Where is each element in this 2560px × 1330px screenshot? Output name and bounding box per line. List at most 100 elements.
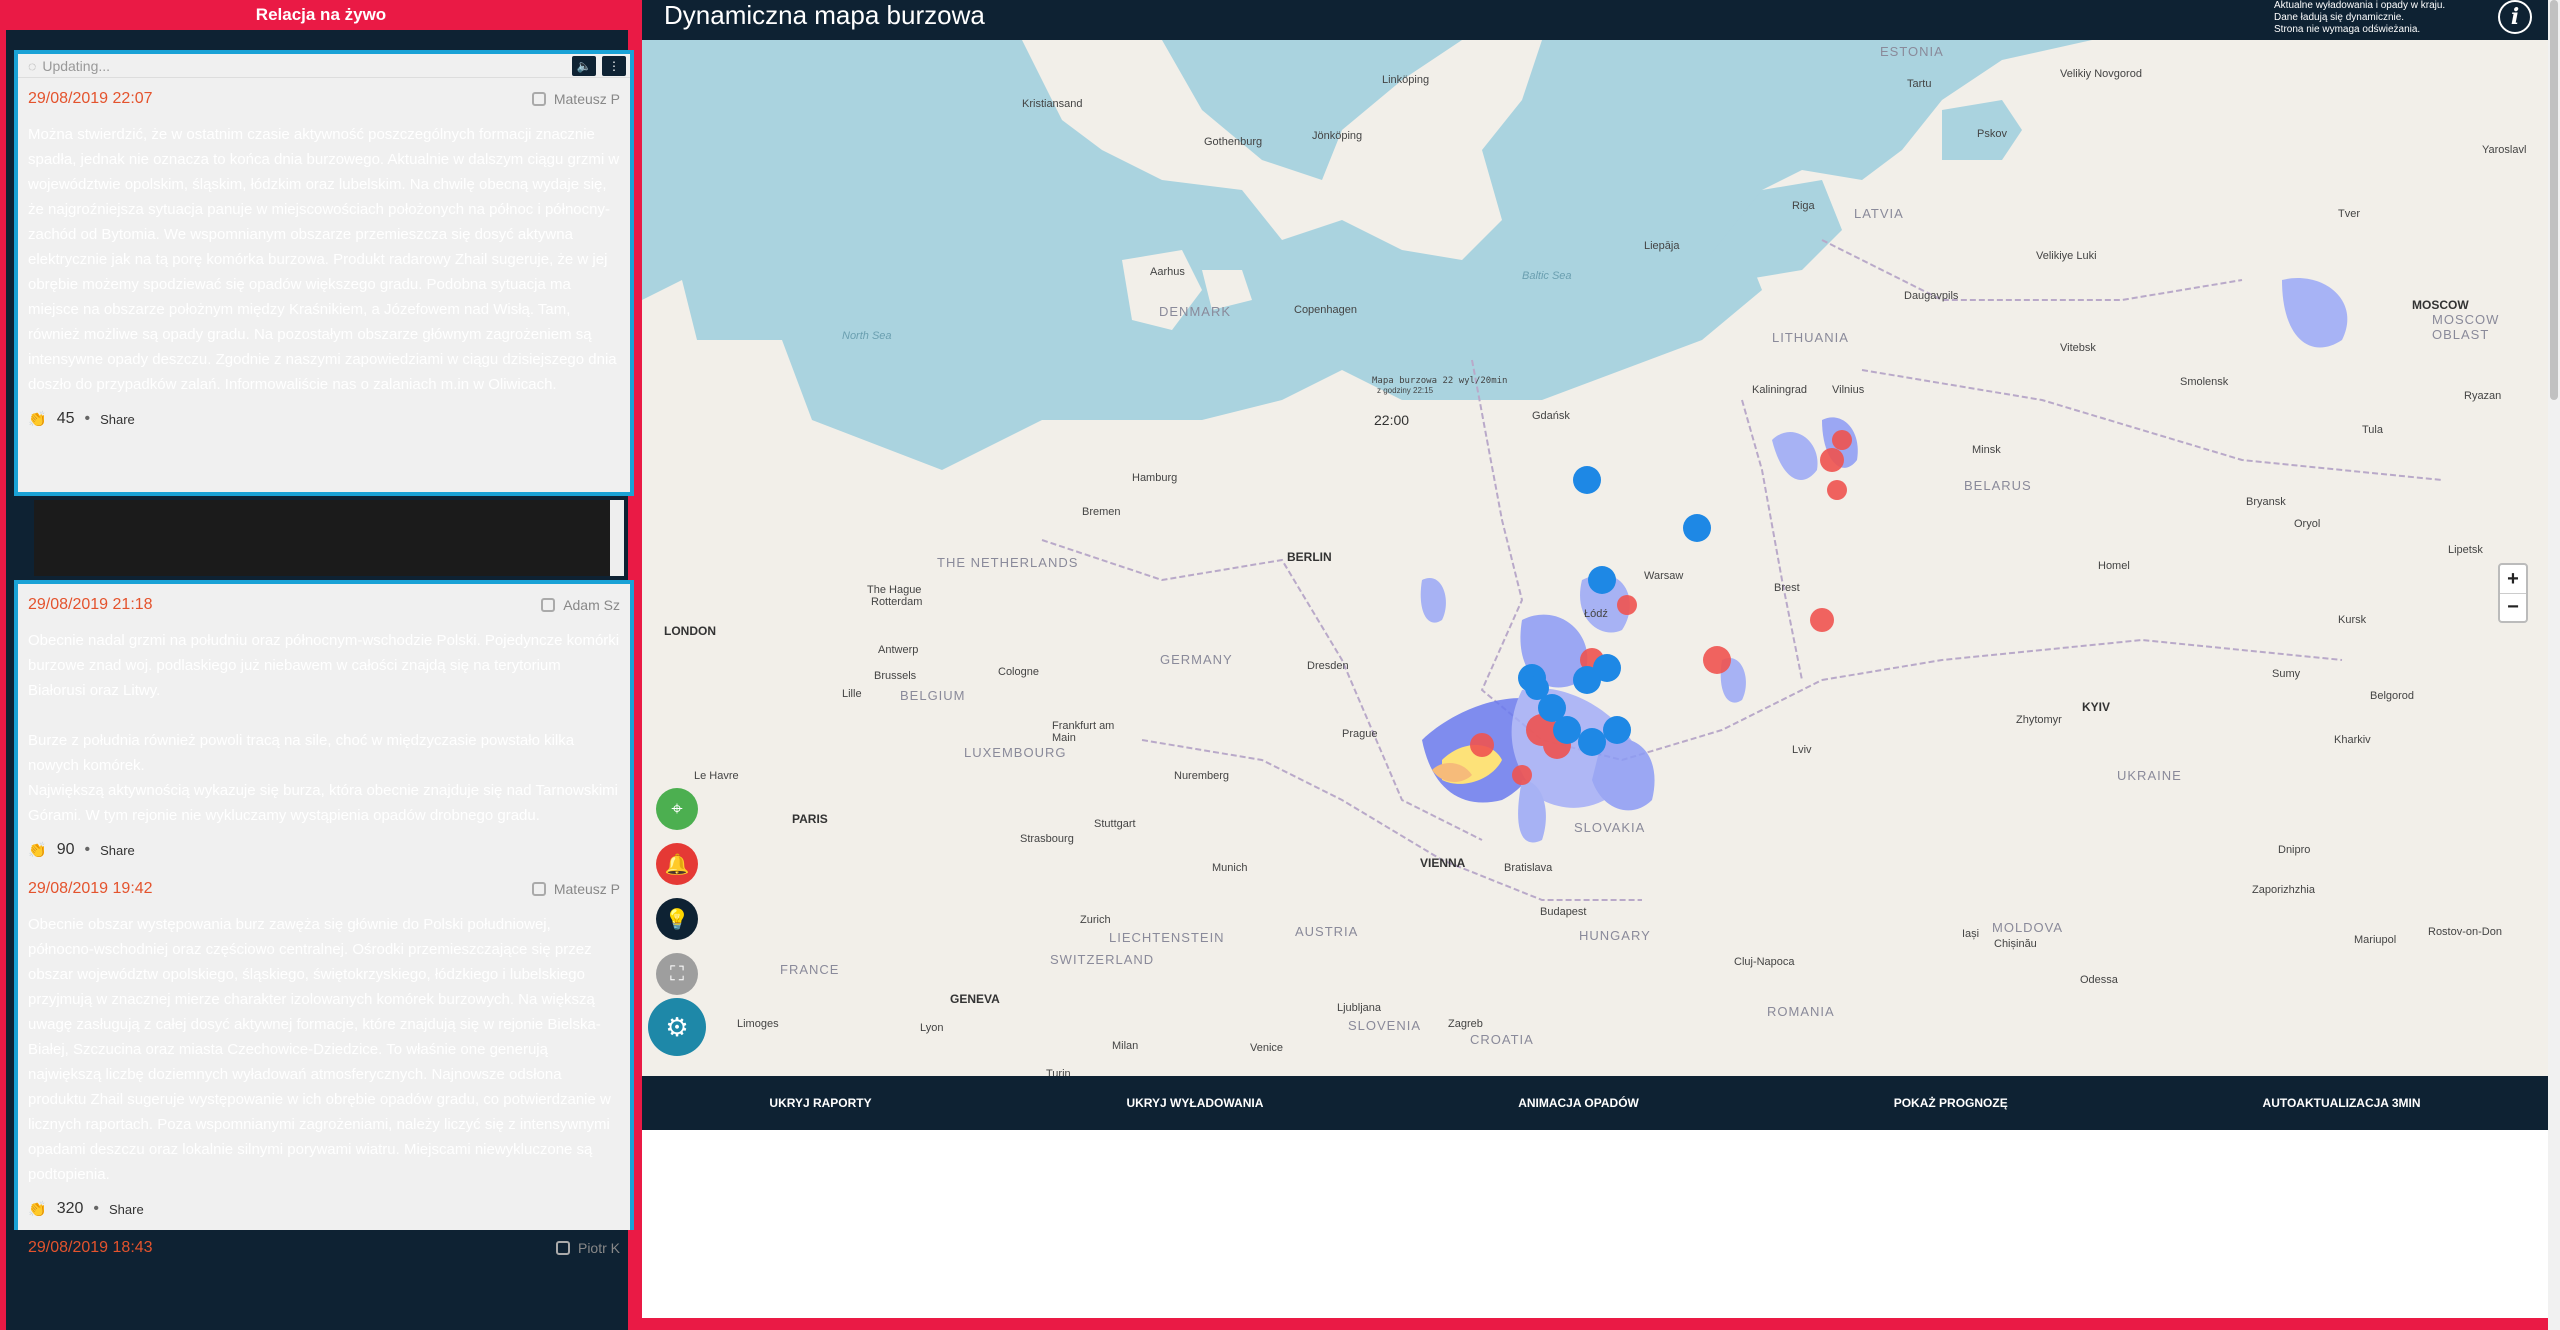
city-label: Iași xyxy=(1962,928,1980,940)
city-label: Jönköping xyxy=(1312,130,1363,142)
country-label: MOLDOVA xyxy=(1992,920,2064,935)
post-author: Mateusz P xyxy=(531,91,620,107)
fullscreen-button[interactable]: ⛶ xyxy=(656,953,698,995)
settings-button[interactable]: ⚙ xyxy=(648,998,706,1056)
info-icon[interactable]: i xyxy=(2498,0,2532,34)
sound-toggle-button[interactable]: 🔈 xyxy=(572,56,596,76)
city-label: Rostov-on-Don xyxy=(2428,926,2502,938)
zoom-out-button[interactable]: − xyxy=(2500,593,2526,621)
city-label: Brest xyxy=(1774,582,1800,594)
city-label: Bremen xyxy=(1082,506,1121,518)
city-label: Kristiansand xyxy=(1022,98,1083,110)
city-label: Linköping xyxy=(1382,74,1430,86)
map-note: Aktualne wyładowania i opady w kraju. Da… xyxy=(2274,0,2446,35)
post-author: Piotr K xyxy=(555,1240,620,1256)
author-icon xyxy=(531,882,546,896)
city-label: Prague xyxy=(1342,728,1378,740)
country-label: LITHUANIA xyxy=(1772,330,1849,345)
below-map-area xyxy=(642,1130,2548,1318)
tips-button[interactable]: 💡 xyxy=(656,898,698,940)
post-date: 29/08/2019 18:43 xyxy=(28,1239,153,1256)
city-label: GENEVA xyxy=(950,992,1000,1006)
zoom-control: + − xyxy=(2498,563,2528,623)
share-link[interactable]: Share xyxy=(100,412,135,427)
city-label: Vitebsk xyxy=(2060,342,2096,354)
share-link[interactable]: Share xyxy=(100,843,135,858)
post-date: 29/08/2019 19:42 xyxy=(28,880,153,897)
bottom-border xyxy=(642,1318,2548,1330)
country-label: THE NETHERLANDS xyxy=(937,555,1079,570)
clap-count: 320 xyxy=(56,1200,84,1217)
city-label: Lyon xyxy=(920,1022,944,1034)
overlay-title: Mapa burzowa 22 wyl/20min xyxy=(1372,376,1508,386)
post-date: 29/08/2019 21:18 xyxy=(28,596,153,613)
hide-lightning-button[interactable]: UKRYJ WYŁADOWANIA xyxy=(1126,1096,1263,1110)
author-icon xyxy=(541,598,556,612)
city-label: Yaroslavl xyxy=(2482,144,2527,156)
city-label: Riga xyxy=(1792,200,1815,212)
city-label: Hamburg xyxy=(1132,472,1178,484)
country-label: LUXEMBOURG xyxy=(964,745,1067,760)
post-author: Mateusz P xyxy=(531,881,620,897)
country-label: SLOVENIA xyxy=(1348,1018,1422,1033)
city-label: Gothenburg xyxy=(1204,136,1263,148)
embed-scrollbar[interactable] xyxy=(610,500,624,576)
city-label: Copenhagen xyxy=(1294,304,1358,316)
city-label: Dresden xyxy=(1307,660,1349,672)
city-label: Dnipro xyxy=(2278,844,2311,856)
live-feed-embed-bottom: 29/08/2019 21:18 Adam Sz Obecnie nadal g… xyxy=(14,580,634,1256)
city-label: Minsk xyxy=(1972,444,2001,456)
fullscreen-icon: ⛶ xyxy=(670,962,684,985)
post-body: Obecnie obszar występowania burz zawęża … xyxy=(28,916,611,1183)
sea-label: North Sea xyxy=(842,330,892,342)
city-label: Kharkiv xyxy=(2334,734,2371,746)
country-label: GERMANY xyxy=(1160,652,1233,667)
author-icon xyxy=(555,1241,570,1255)
country-label: CROATIA xyxy=(1470,1032,1534,1047)
country-label: DENMARK xyxy=(1159,304,1232,319)
page-scrollbar[interactable] xyxy=(2548,0,2560,1330)
city-label: Zaporizhzhia xyxy=(2252,884,2315,896)
scrollbar-thumb[interactable] xyxy=(2550,0,2558,400)
clap-icon[interactable]: 👏 xyxy=(28,841,47,859)
live-post: 29/08/2019 21:18 Adam Sz Obecnie nadal g… xyxy=(28,596,620,859)
auto-refresh-button[interactable]: AUTOAKTUALIZACJA 3MIN xyxy=(2263,1096,2421,1110)
alerts-button[interactable]: 🔔 xyxy=(656,843,698,885)
city-label: Cologne xyxy=(998,666,1039,678)
gear-icon: ⚙ xyxy=(665,1011,689,1042)
bell-icon: 🔔 xyxy=(664,853,690,876)
country-label: ROMANIA xyxy=(1767,1004,1835,1019)
live-post: 29/08/2019 18:43 Piotr K xyxy=(18,1221,630,1259)
app-root: Relacja na żywo ◌ Updating... 🔈 ⋮ 29/08/… xyxy=(0,0,2560,1330)
city-label: Ryazan xyxy=(2464,390,2502,402)
storm-map[interactable]: Mapa burzowa 22 wyl/20min z godziny 22:1… xyxy=(642,40,2548,1076)
feed-menu-button[interactable]: ⋮ xyxy=(602,56,626,76)
clap-icon[interactable]: 👏 xyxy=(28,410,47,428)
overlay-subtitle: z godziny 22:15 xyxy=(1377,386,1434,395)
share-link[interactable]: Share xyxy=(109,1202,144,1217)
city-label: Stuttgart xyxy=(1094,818,1136,830)
city-label: Le Havre xyxy=(694,770,739,782)
country-label: LATVIA xyxy=(1854,206,1904,221)
city-label: Brussels xyxy=(874,670,917,682)
city-label: LONDON xyxy=(664,624,716,638)
lightbulb-icon: 💡 xyxy=(664,908,690,931)
city-label: Warsaw xyxy=(1644,570,1684,582)
add-report-button[interactable]: ⌖ xyxy=(656,788,698,830)
kebab-menu-icon: ⋮ xyxy=(608,59,620,73)
country-label: BELARUS xyxy=(1964,478,2032,493)
precip-animation-button[interactable]: ANIMACJA OPADÓW xyxy=(1518,1096,1639,1110)
author-icon xyxy=(531,92,546,106)
hide-reports-button[interactable]: UKRYJ RAPORTY xyxy=(769,1096,871,1110)
city-label: Sumy xyxy=(2272,668,2301,680)
city-label: Strasbourg xyxy=(1020,833,1074,845)
zoom-in-button[interactable]: + xyxy=(2500,565,2526,593)
city-label: PARIS xyxy=(792,812,828,826)
clap-icon[interactable]: 👏 xyxy=(28,1200,47,1218)
city-label: KYIV xyxy=(2082,700,2111,714)
country-label: HUNGARY xyxy=(1579,928,1651,943)
show-forecast-button[interactable]: POKAŻ PROGNOZĘ xyxy=(1894,1096,2008,1110)
city-label: Daugavpils xyxy=(1904,290,1959,302)
country-label: ESTONIA xyxy=(1880,44,1944,59)
city-label: BERLIN xyxy=(1287,550,1332,564)
